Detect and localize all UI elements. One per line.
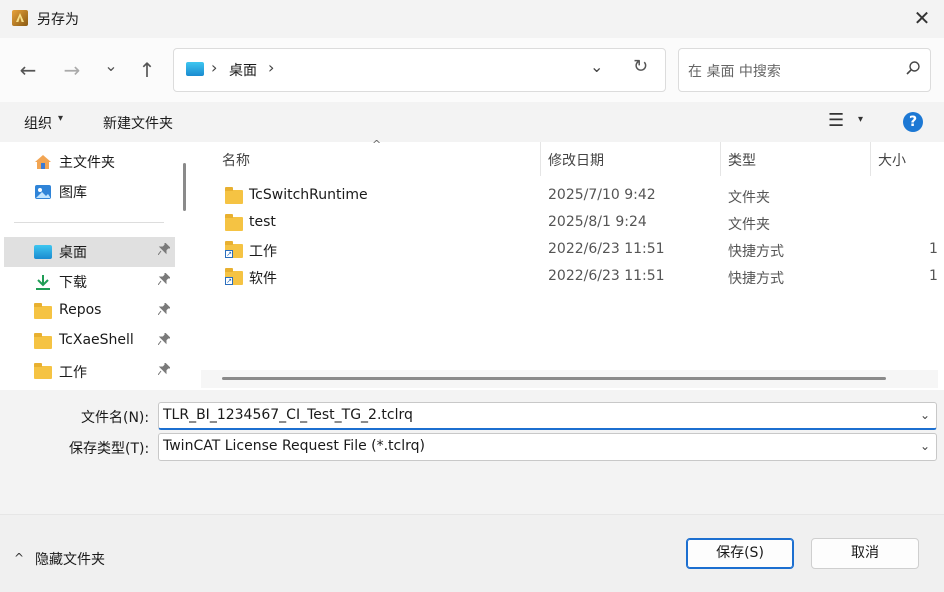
sidebar-item-label: 桌面 (59, 245, 87, 261)
sidebar-item-home[interactable]: 主文件夹 (4, 147, 175, 177)
search-placeholder: 在 桌面 中搜索 (688, 64, 781, 80)
file-type: 快捷方式 (728, 244, 784, 260)
hide-folders-button[interactable]: 隐藏文件夹 (35, 549, 105, 569)
pin-icon (157, 331, 172, 348)
savetype-label: 保存类型(T): (69, 441, 150, 457)
footer (0, 514, 944, 592)
column-header-name[interactable]: 名称 (222, 150, 250, 170)
search-icon (905, 60, 921, 80)
chevron-down-icon[interactable]: ⌄ (920, 408, 930, 422)
sidebar-item-desktop[interactable]: 桌面 (4, 237, 175, 267)
folder-shortcut-icon: ↗ (225, 268, 243, 285)
sidebar-item-gallery[interactable]: 图库 (4, 177, 175, 207)
table-row[interactable]: ↗ 工作 2022/6/23 11:51 快捷方式 1 (196, 237, 944, 264)
folder-icon (225, 214, 243, 231)
desktop-icon (186, 62, 204, 76)
file-type: 文件夹 (728, 217, 770, 233)
file-modified: 2022/6/23 11:51 (548, 268, 665, 284)
sidebar-item-label: 下载 (59, 275, 87, 291)
recent-locations-icon[interactable]: ⌄ (97, 52, 125, 80)
download-icon (34, 274, 52, 290)
file-name: 工作 (249, 244, 277, 260)
divider (14, 222, 164, 223)
sidebar-scrollbar[interactable] (183, 163, 186, 211)
file-modified: 2025/8/1 9:24 (548, 214, 647, 230)
sidebar-item-label: 图库 (59, 185, 87, 201)
column-divider[interactable] (720, 142, 721, 176)
refresh-icon[interactable]: ↻ (633, 56, 648, 77)
folder-icon (34, 303, 52, 319)
breadcrumb-separator[interactable]: › (211, 58, 217, 77)
file-modified: 2025/7/10 9:42 (548, 187, 656, 203)
file-size: 1 (929, 241, 938, 257)
window-title: 另存为 (37, 12, 79, 28)
breadcrumb-desktop[interactable]: 桌面 (229, 60, 257, 80)
cancel-button[interactable]: 取消 (811, 538, 919, 569)
app-icon (12, 10, 28, 26)
new-folder-button[interactable]: 新建文件夹 (103, 113, 173, 133)
sidebar-item-repos[interactable]: Repos (4, 297, 175, 327)
back-icon[interactable]: ← (14, 56, 42, 84)
folder-icon (225, 187, 243, 204)
table-row[interactable]: ↗ 软件 2022/6/23 11:51 快捷方式 1 (196, 264, 944, 291)
folder-icon (34, 333, 52, 349)
chevron-down-icon[interactable]: ⌄ (920, 439, 930, 453)
desktop-icon (34, 245, 52, 259)
sidebar-item-tcxaeshell[interactable]: TcXaeShell (4, 327, 175, 357)
folder-shortcut-icon: ↗ (225, 241, 243, 258)
up-icon[interactable]: ↑ (133, 56, 161, 84)
column-header-size[interactable]: 大小 (878, 150, 906, 170)
column-header-type[interactable]: 类型 (728, 150, 756, 170)
savetype-select[interactable]: TwinCAT License Request File (*.tclrq) ⌄ (158, 433, 937, 461)
column-divider[interactable] (540, 142, 541, 176)
title-bar (0, 0, 944, 38)
breadcrumb-separator[interactable]: › (268, 58, 274, 77)
chevron-down-icon[interactable]: ▾ (858, 114, 863, 125)
chevron-down-icon[interactable]: ▾ (58, 113, 63, 124)
pin-icon (157, 241, 172, 258)
column-divider[interactable] (870, 142, 871, 176)
pin-icon (157, 301, 172, 318)
file-name: TcSwitchRuntime (249, 187, 368, 203)
file-modified: 2022/6/23 11:51 (548, 241, 665, 257)
close-button[interactable]: ✕ (910, 6, 934, 30)
help-icon[interactable]: ? (903, 112, 923, 132)
address-dropdown-icon[interactable]: ⌄ (590, 57, 603, 76)
home-icon (34, 154, 52, 170)
view-options-icon[interactable]: ☰ (828, 110, 844, 131)
file-size: 1 (929, 268, 938, 284)
sidebar-item-label: TcXaeShell (59, 332, 134, 348)
chevron-up-icon[interactable]: ^ (14, 551, 24, 565)
filename-value[interactable]: TLR_BI_1234567_CI_Test_TG_2.tclrq (163, 407, 413, 423)
sidebar-item-label: Repos (59, 302, 102, 318)
forward-icon[interactable]: → (58, 56, 86, 84)
pin-icon (157, 271, 172, 288)
pin-icon (157, 361, 172, 378)
file-name: test (249, 214, 276, 230)
file-type: 文件夹 (728, 190, 770, 206)
folder-icon (34, 363, 52, 379)
sidebar-item-label: 工作 (59, 365, 87, 381)
filename-field[interactable]: TLR_BI_1234567_CI_Test_TG_2.tclrq ⌄ (158, 402, 937, 430)
horizontal-scrollbar[interactable] (222, 377, 886, 380)
sidebar-item-work[interactable]: 工作 (4, 357, 175, 387)
column-header-modified[interactable]: 修改日期 (548, 150, 604, 170)
table-row[interactable]: test 2025/8/1 9:24 文件夹 (196, 210, 944, 237)
file-name: 软件 (249, 271, 277, 287)
file-type: 快捷方式 (728, 271, 784, 287)
filename-label: 文件名(N): (81, 410, 150, 426)
sidebar-item-downloads[interactable]: 下载 (4, 267, 175, 297)
sort-ascending-icon: ^ (372, 138, 382, 151)
sidebar-item-label: 主文件夹 (59, 155, 115, 171)
gallery-icon (34, 184, 52, 200)
organize-button[interactable]: 组织 (24, 113, 52, 133)
save-button[interactable]: 保存(S) (686, 538, 794, 569)
savetype-value: TwinCAT License Request File (*.tclrq) (163, 438, 425, 454)
table-row[interactable]: TcSwitchRuntime 2025/7/10 9:42 文件夹 (196, 183, 944, 210)
